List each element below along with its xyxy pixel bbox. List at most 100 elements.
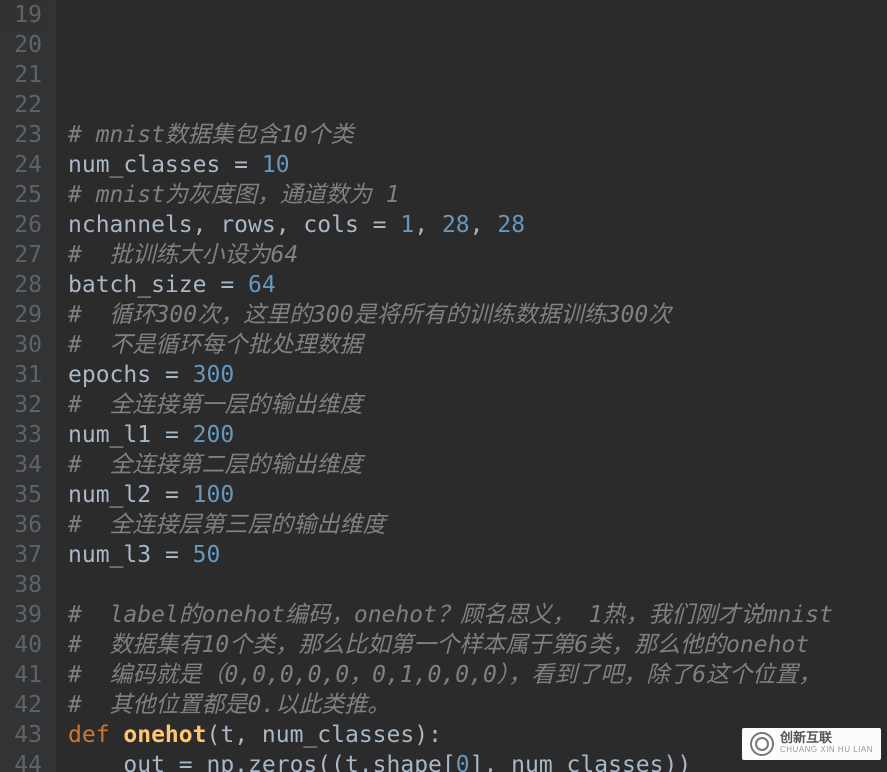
code-token: # 循环300次，这里的300是将所有的训练数据训练300次 xyxy=(68,302,671,328)
line-number: 31 xyxy=(0,360,52,390)
line-number: 19 xyxy=(0,0,52,30)
code-token: = xyxy=(179,752,193,772)
code-token: num_l1 xyxy=(68,422,165,448)
code-token: out xyxy=(68,752,179,772)
code-token: epochs xyxy=(68,362,165,388)
code-line[interactable]: # 全连接第一层的输出维度 xyxy=(68,390,887,420)
code-token: nchannels xyxy=(68,212,193,238)
line-number: 36 xyxy=(0,510,52,540)
code-token: # mnist数据集包含10个类 xyxy=(68,122,354,148)
line-number: 42 xyxy=(0,690,52,720)
code-token: , xyxy=(414,212,442,238)
code-line[interactable]: # label的onehot编码，onehot？顾名思义， 1热，我们刚才说mn… xyxy=(68,600,887,630)
line-number: 30 xyxy=(0,330,52,360)
line-number: 35 xyxy=(0,480,52,510)
code-token: # label的onehot编码，onehot？顾名思义， 1热，我们刚才说mn… xyxy=(68,602,833,628)
code-line[interactable]: # 不是循环每个批处理数据 xyxy=(68,330,887,360)
code-token: = xyxy=(234,152,248,178)
code-token xyxy=(179,422,193,448)
code-token: = xyxy=(373,212,387,238)
code-token xyxy=(234,272,248,298)
code-token: cols xyxy=(303,212,372,238)
line-number: 41 xyxy=(0,660,52,690)
code-token xyxy=(248,152,262,178)
code-token: (t xyxy=(206,722,234,748)
code-line[interactable]: # 数据集有10个类，那么比如第一个样本属于第6类，那么他的onehot xyxy=(68,630,887,660)
code-token: , xyxy=(234,722,262,748)
line-number: 26 xyxy=(0,210,52,240)
line-number: 40 xyxy=(0,630,52,660)
code-line[interactable]: num_l2 = 100 xyxy=(68,480,887,510)
code-token: 0 xyxy=(456,752,470,772)
code-token: rows xyxy=(220,212,275,238)
line-number: 44 xyxy=(0,750,52,772)
code-token: = xyxy=(165,482,179,508)
code-token: # 全连接第二层的输出维度 xyxy=(68,452,363,478)
code-token: = xyxy=(165,362,179,388)
code-line[interactable]: num_classes = 10 xyxy=(68,150,887,180)
code-token: = xyxy=(165,422,179,448)
code-token: 300 xyxy=(193,362,235,388)
code-line[interactable]: nchannels, rows, cols = 1, 28, 28 xyxy=(68,210,887,240)
code-line[interactable] xyxy=(68,90,887,120)
code-token: num_l3 xyxy=(68,542,165,568)
code-token: # mnist为灰度图，通道数为 1 xyxy=(68,182,400,208)
code-line[interactable]: num_l1 = 200 xyxy=(68,420,887,450)
code-token: # 数据集有10个类，那么比如第一个样本属于第6类，那么他的onehot xyxy=(68,632,809,658)
line-number: 24 xyxy=(0,150,52,180)
code-line[interactable]: # 编码就是（0,0,0,0,0，0,1,0,0,0），看到了吧，除了6这个位置… xyxy=(68,660,887,690)
line-number: 25 xyxy=(0,180,52,210)
code-token: batch_size xyxy=(68,272,220,298)
code-line[interactable]: epochs = 300 xyxy=(68,360,887,390)
code-line[interactable]: # 其他位置都是0.以此类推。 xyxy=(68,690,887,720)
code-token: # 其他位置都是0.以此类推。 xyxy=(68,692,390,718)
code-token: num_classes)) xyxy=(511,752,691,772)
line-number: 28 xyxy=(0,270,52,300)
line-number: 23 xyxy=(0,120,52,150)
code-token: 1 xyxy=(400,212,414,238)
code-token: # 全连接第一层的输出维度 xyxy=(68,392,363,418)
line-number: 20 xyxy=(0,30,52,60)
code-line[interactable]: # mnist为灰度图，通道数为 1 xyxy=(68,180,887,210)
code-token: # 批训练大小设为64 xyxy=(68,242,298,268)
code-line[interactable]: batch_size = 64 xyxy=(68,270,887,300)
code-token: : xyxy=(428,722,442,748)
code-token: num_classes xyxy=(68,152,234,178)
code-token: = xyxy=(165,542,179,568)
line-number: 43 xyxy=(0,720,52,750)
code-area[interactable]: # mnist数据集包含10个类num_classes = 10# mnist为… xyxy=(56,0,887,772)
code-token xyxy=(179,362,193,388)
code-token xyxy=(387,212,401,238)
code-token: def xyxy=(68,722,123,748)
code-token: # 编码就是（0,0,0,0,0，0,1,0,0,0），看到了吧，除了6这个位置… xyxy=(68,662,821,688)
code-token: onehot xyxy=(123,722,206,748)
line-number: 21 xyxy=(0,60,52,90)
line-number-gutter: 1920212223242526272829303132333435363738… xyxy=(0,0,56,772)
code-line[interactable]: # mnist数据集包含10个类 xyxy=(68,120,887,150)
code-token: ] xyxy=(470,752,484,772)
code-token: , xyxy=(193,212,221,238)
code-token: # 不是循环每个批处理数据 xyxy=(68,332,363,358)
watermark-en: CHUANG XIN HU LIAN xyxy=(780,744,873,756)
code-line[interactable]: # 批训练大小设为64 xyxy=(68,240,887,270)
code-line[interactable]: # 全连接第二层的输出维度 xyxy=(68,450,887,480)
line-number: 39 xyxy=(0,600,52,630)
code-token: 200 xyxy=(193,422,235,448)
code-line[interactable]: # 循环300次，这里的300是将所有的训练数据训练300次 xyxy=(68,300,887,330)
line-number: 34 xyxy=(0,450,52,480)
code-token: # 全连接层第三层的输出维度 xyxy=(68,512,386,538)
code-token: num_l2 xyxy=(68,482,165,508)
line-number: 22 xyxy=(0,90,52,120)
code-token: 100 xyxy=(193,482,235,508)
code-editor[interactable]: 1920212223242526272829303132333435363738… xyxy=(0,0,887,772)
watermark-badge: 创新互联 CHUANG XIN HU LIAN xyxy=(742,728,881,760)
code-token: 50 xyxy=(193,542,221,568)
code-token xyxy=(179,482,193,508)
code-line[interactable] xyxy=(68,570,887,600)
code-line[interactable]: num_l3 = 50 xyxy=(68,540,887,570)
code-token: , xyxy=(483,752,511,772)
code-token: 10 xyxy=(262,152,290,178)
code-line[interactable]: # 全连接层第三层的输出维度 xyxy=(68,510,887,540)
code-token: , xyxy=(276,212,304,238)
line-number: 32 xyxy=(0,390,52,420)
